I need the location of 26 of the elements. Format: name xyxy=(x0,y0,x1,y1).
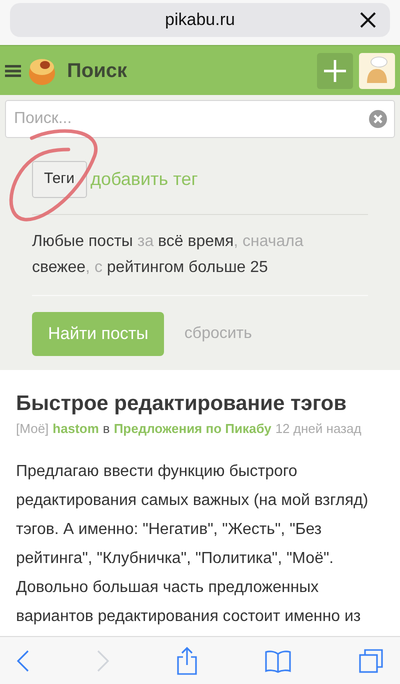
search-field[interactable]: Поиск... xyxy=(5,100,395,138)
reset-link[interactable]: сбросить xyxy=(184,322,252,346)
community-link[interactable]: Предложения по Пикабу xyxy=(114,419,272,438)
book-icon[interactable] xyxy=(264,648,292,672)
add-post-button[interactable] xyxy=(317,52,353,88)
add-tag-link[interactable]: добавить тег xyxy=(90,166,198,193)
page-title: Поиск xyxy=(67,58,128,84)
avatar-icon[interactable] xyxy=(359,52,395,88)
close-icon[interactable] xyxy=(360,12,376,28)
preposition-text: в xyxy=(102,420,110,438)
share-icon[interactable] xyxy=(176,646,198,676)
menu-icon[interactable] xyxy=(5,64,21,78)
post-time: 12 дней назад xyxy=(275,420,362,438)
post-title[interactable]: Быстрое редактирование тэгов xyxy=(16,390,384,418)
find-posts-button[interactable]: Найти посты xyxy=(32,312,164,356)
plus-icon xyxy=(324,60,346,82)
tags-button[interactable]: Теги xyxy=(32,161,87,198)
back-icon[interactable] xyxy=(16,648,30,672)
post-tag: [Моё] xyxy=(16,419,49,438)
filter-summary: Любые посты за всё время, сначала свежее, с рейтингом больше 25 xyxy=(31,232,304,278)
post-body: Предлагаю ввести функцию быстрого редактирования самых важных (на мой взгляд) тэгов. А именно: "Негатив", "Жесть", "Без рейтинга", "Клубничка", "Политика", "Моё". Довольно большая часть предложенных вариантов редактирования состоит именно из xyxy=(16,462,370,626)
address-bar[interactable]: pikabu.ru xyxy=(10,3,390,37)
author-link[interactable]: hastom xyxy=(52,419,99,438)
url-text: pikabu.ru xyxy=(165,9,235,32)
clear-icon[interactable] xyxy=(369,110,387,128)
tabs-icon[interactable] xyxy=(358,648,384,674)
